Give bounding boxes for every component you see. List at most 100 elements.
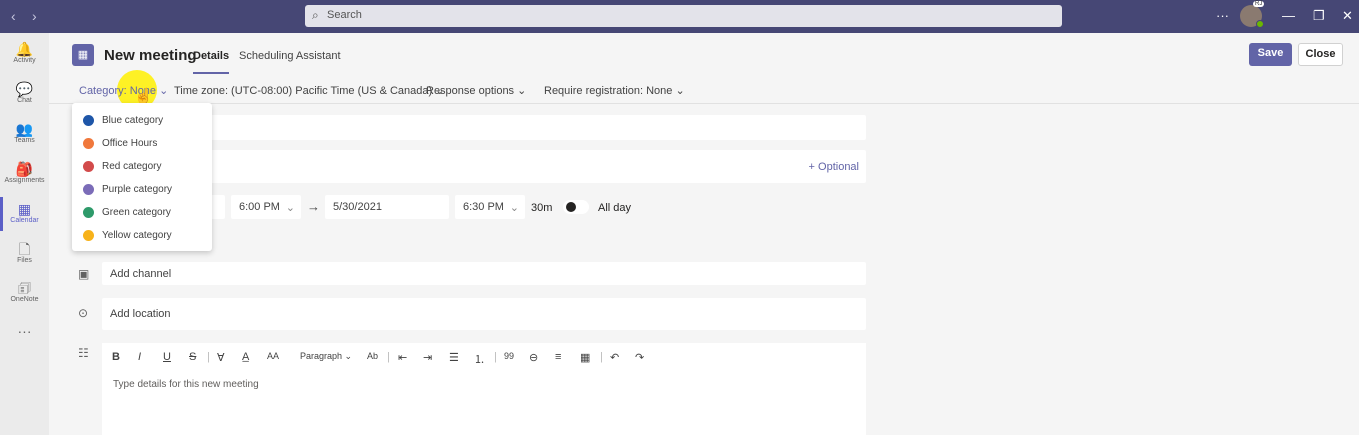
category-option-blue[interactable]: Blue category [72, 109, 212, 132]
file-icon: 🗋 [18, 241, 31, 257]
title-bar: ‹ › ⌕ Search ··· RJ — ❐ ✕ [0, 0, 1359, 33]
timezone-label: Time zone: (UTC-08:00) Pacific Time (US … [174, 85, 433, 97]
rail-more[interactable]: ··· [0, 323, 49, 339]
redo-button[interactable]: ↷ [635, 351, 644, 364]
all-day-label: All day [598, 202, 632, 214]
horizontal-rule-button[interactable]: ≡ [555, 351, 561, 363]
rail-label: OneNote [10, 296, 39, 303]
rail-teams[interactable]: 👥 Teams [0, 121, 49, 144]
close-button[interactable]: Close [1298, 43, 1343, 66]
location-placeholder: Add location [110, 308, 171, 320]
color-dot-icon [83, 115, 94, 126]
highlight-button[interactable]: ∀ [217, 351, 225, 364]
minimize-button[interactable]: — [1282, 8, 1295, 23]
font-size-button[interactable]: AA [267, 351, 279, 361]
rail-label: Teams [14, 137, 35, 144]
forward-button[interactable]: › [32, 8, 37, 24]
end-date-input[interactable]: 5/30/2021 [325, 195, 449, 219]
duration-label: 30m [531, 202, 553, 214]
search-input[interactable]: ⌕ Search [305, 5, 1062, 27]
avatar[interactable]: RJ [1240, 1, 1265, 28]
all-day-toggle[interactable] [563, 200, 589, 214]
option-label: Blue category [102, 115, 164, 126]
category-option-red[interactable]: Red category [72, 155, 212, 178]
color-dot-icon [83, 161, 94, 172]
start-time-select[interactable]: 6:00 PM ⌄ [231, 195, 301, 219]
category-option-green[interactable]: Green category [72, 201, 212, 224]
strikethrough-button[interactable]: S [189, 351, 196, 363]
option-label: Yellow category [102, 230, 172, 241]
rail-files[interactable]: 🗋 Files [0, 241, 49, 264]
color-dot-icon [83, 207, 94, 218]
link-button[interactable]: ⊖ [529, 351, 538, 364]
paragraph-dropdown[interactable]: Paragraph ⌄ [300, 351, 352, 362]
category-option-yellow[interactable]: Yellow category [72, 224, 212, 247]
chevron-down-icon: ⌄ [509, 201, 519, 214]
outdent-button[interactable]: ⇤ [398, 351, 407, 364]
bold-button[interactable]: B [112, 351, 120, 363]
undo-button[interactable]: ↶ [610, 351, 619, 364]
color-dot-icon [83, 138, 94, 149]
rail-label: Activity [13, 57, 36, 64]
tab-details[interactable]: Details [193, 50, 230, 74]
indent-button[interactable]: ⇥ [423, 351, 432, 364]
category-option-office-hours[interactable]: Office Hours [72, 132, 212, 155]
italic-button[interactable]: I [138, 351, 141, 363]
chevron-down-icon: ⌄ [675, 85, 685, 97]
location-pin-icon: ⊙ [78, 306, 89, 320]
close-window-button[interactable]: ✕ [1342, 8, 1353, 24]
toolbar-separator: | [207, 351, 210, 363]
location-input[interactable]: Add location [102, 298, 866, 330]
underline-button[interactable]: U [163, 351, 171, 363]
rail-assignments[interactable]: 🎒 Assignments [0, 161, 49, 184]
numbered-list-button[interactable]: ⒈ [474, 351, 485, 367]
details-editor[interactable]: B I U S | ∀ A̲ AA Paragraph ⌄ Ab | ⇤ ⇥ ☰… [102, 343, 866, 435]
table-button[interactable]: ▦ [580, 351, 590, 364]
restore-button[interactable]: ❐ [1313, 8, 1325, 24]
bullet-list-button[interactable]: ☰ [449, 351, 459, 364]
end-date-value: 5/30/2021 [333, 201, 382, 213]
meeting-calendar-icon: ▦ [72, 44, 94, 66]
option-label: Office Hours [102, 138, 158, 149]
rail-activity[interactable]: 🔔 Activity [0, 41, 49, 64]
back-button[interactable]: ‹ [11, 8, 16, 24]
rail-calendar[interactable]: ▦ Calendar [0, 197, 49, 231]
teams-icon: 👥 [15, 121, 34, 137]
bell-icon: 🔔 [15, 41, 34, 57]
divider [49, 103, 1359, 104]
chevron-down-icon: ⌄ [517, 85, 527, 97]
timezone-dropdown[interactable]: Time zone: (UTC-08:00) Pacific Time (US … [174, 84, 444, 97]
toolbar-separator: | [387, 351, 390, 363]
color-dot-icon [83, 184, 94, 195]
rail-onenote[interactable]: 🗊 OneNote [0, 280, 49, 303]
rail-chat[interactable]: 💬 Chat [0, 81, 49, 104]
more-options-button[interactable]: ··· [1216, 8, 1229, 23]
font-color-button[interactable]: A̲ [242, 351, 249, 363]
tab-scheduling-assistant[interactable]: Scheduling Assistant [239, 50, 341, 62]
chat-icon: 💬 [15, 81, 34, 97]
category-menu: Blue category Office Hours Red category … [72, 103, 212, 251]
details-placeholder: Type details for this new meeting [113, 379, 259, 390]
clear-format-button[interactable]: Ab [367, 351, 378, 361]
toolbar-separator: | [600, 351, 603, 363]
end-time-value: 6:30 PM [463, 201, 504, 213]
registration-dropdown[interactable]: Require registration: None ⌄ [544, 84, 685, 97]
quote-button[interactable]: 99 [504, 351, 514, 361]
details-list-icon: ☷ [78, 346, 89, 360]
registration-label: Require registration: None [544, 85, 673, 97]
channel-placeholder: Add channel [110, 267, 172, 280]
end-time-select[interactable]: 6:30 PM ⌄ [455, 195, 525, 219]
backpack-icon: 🎒 [15, 161, 34, 177]
option-label: Red category [102, 161, 162, 172]
rail-label: Chat [17, 97, 32, 104]
category-dropdown[interactable]: Category: None ⌄ [79, 84, 168, 97]
optional-attendees-link[interactable]: + Optional [809, 161, 859, 173]
save-button[interactable]: Save [1249, 43, 1292, 66]
channel-input[interactable]: Add channel [102, 262, 866, 285]
category-option-purple[interactable]: Purple category [72, 178, 212, 201]
app-rail: 🔔 Activity 💬 Chat 👥 Teams 🎒 Assignments ▦ Cal… [0, 33, 49, 435]
response-options-dropdown[interactable]: Response options ⌄ [426, 84, 526, 97]
more-icon: ··· [17, 323, 32, 339]
attendees-input[interactable]: s+ Optional [102, 150, 866, 183]
title-input[interactable] [102, 115, 866, 140]
